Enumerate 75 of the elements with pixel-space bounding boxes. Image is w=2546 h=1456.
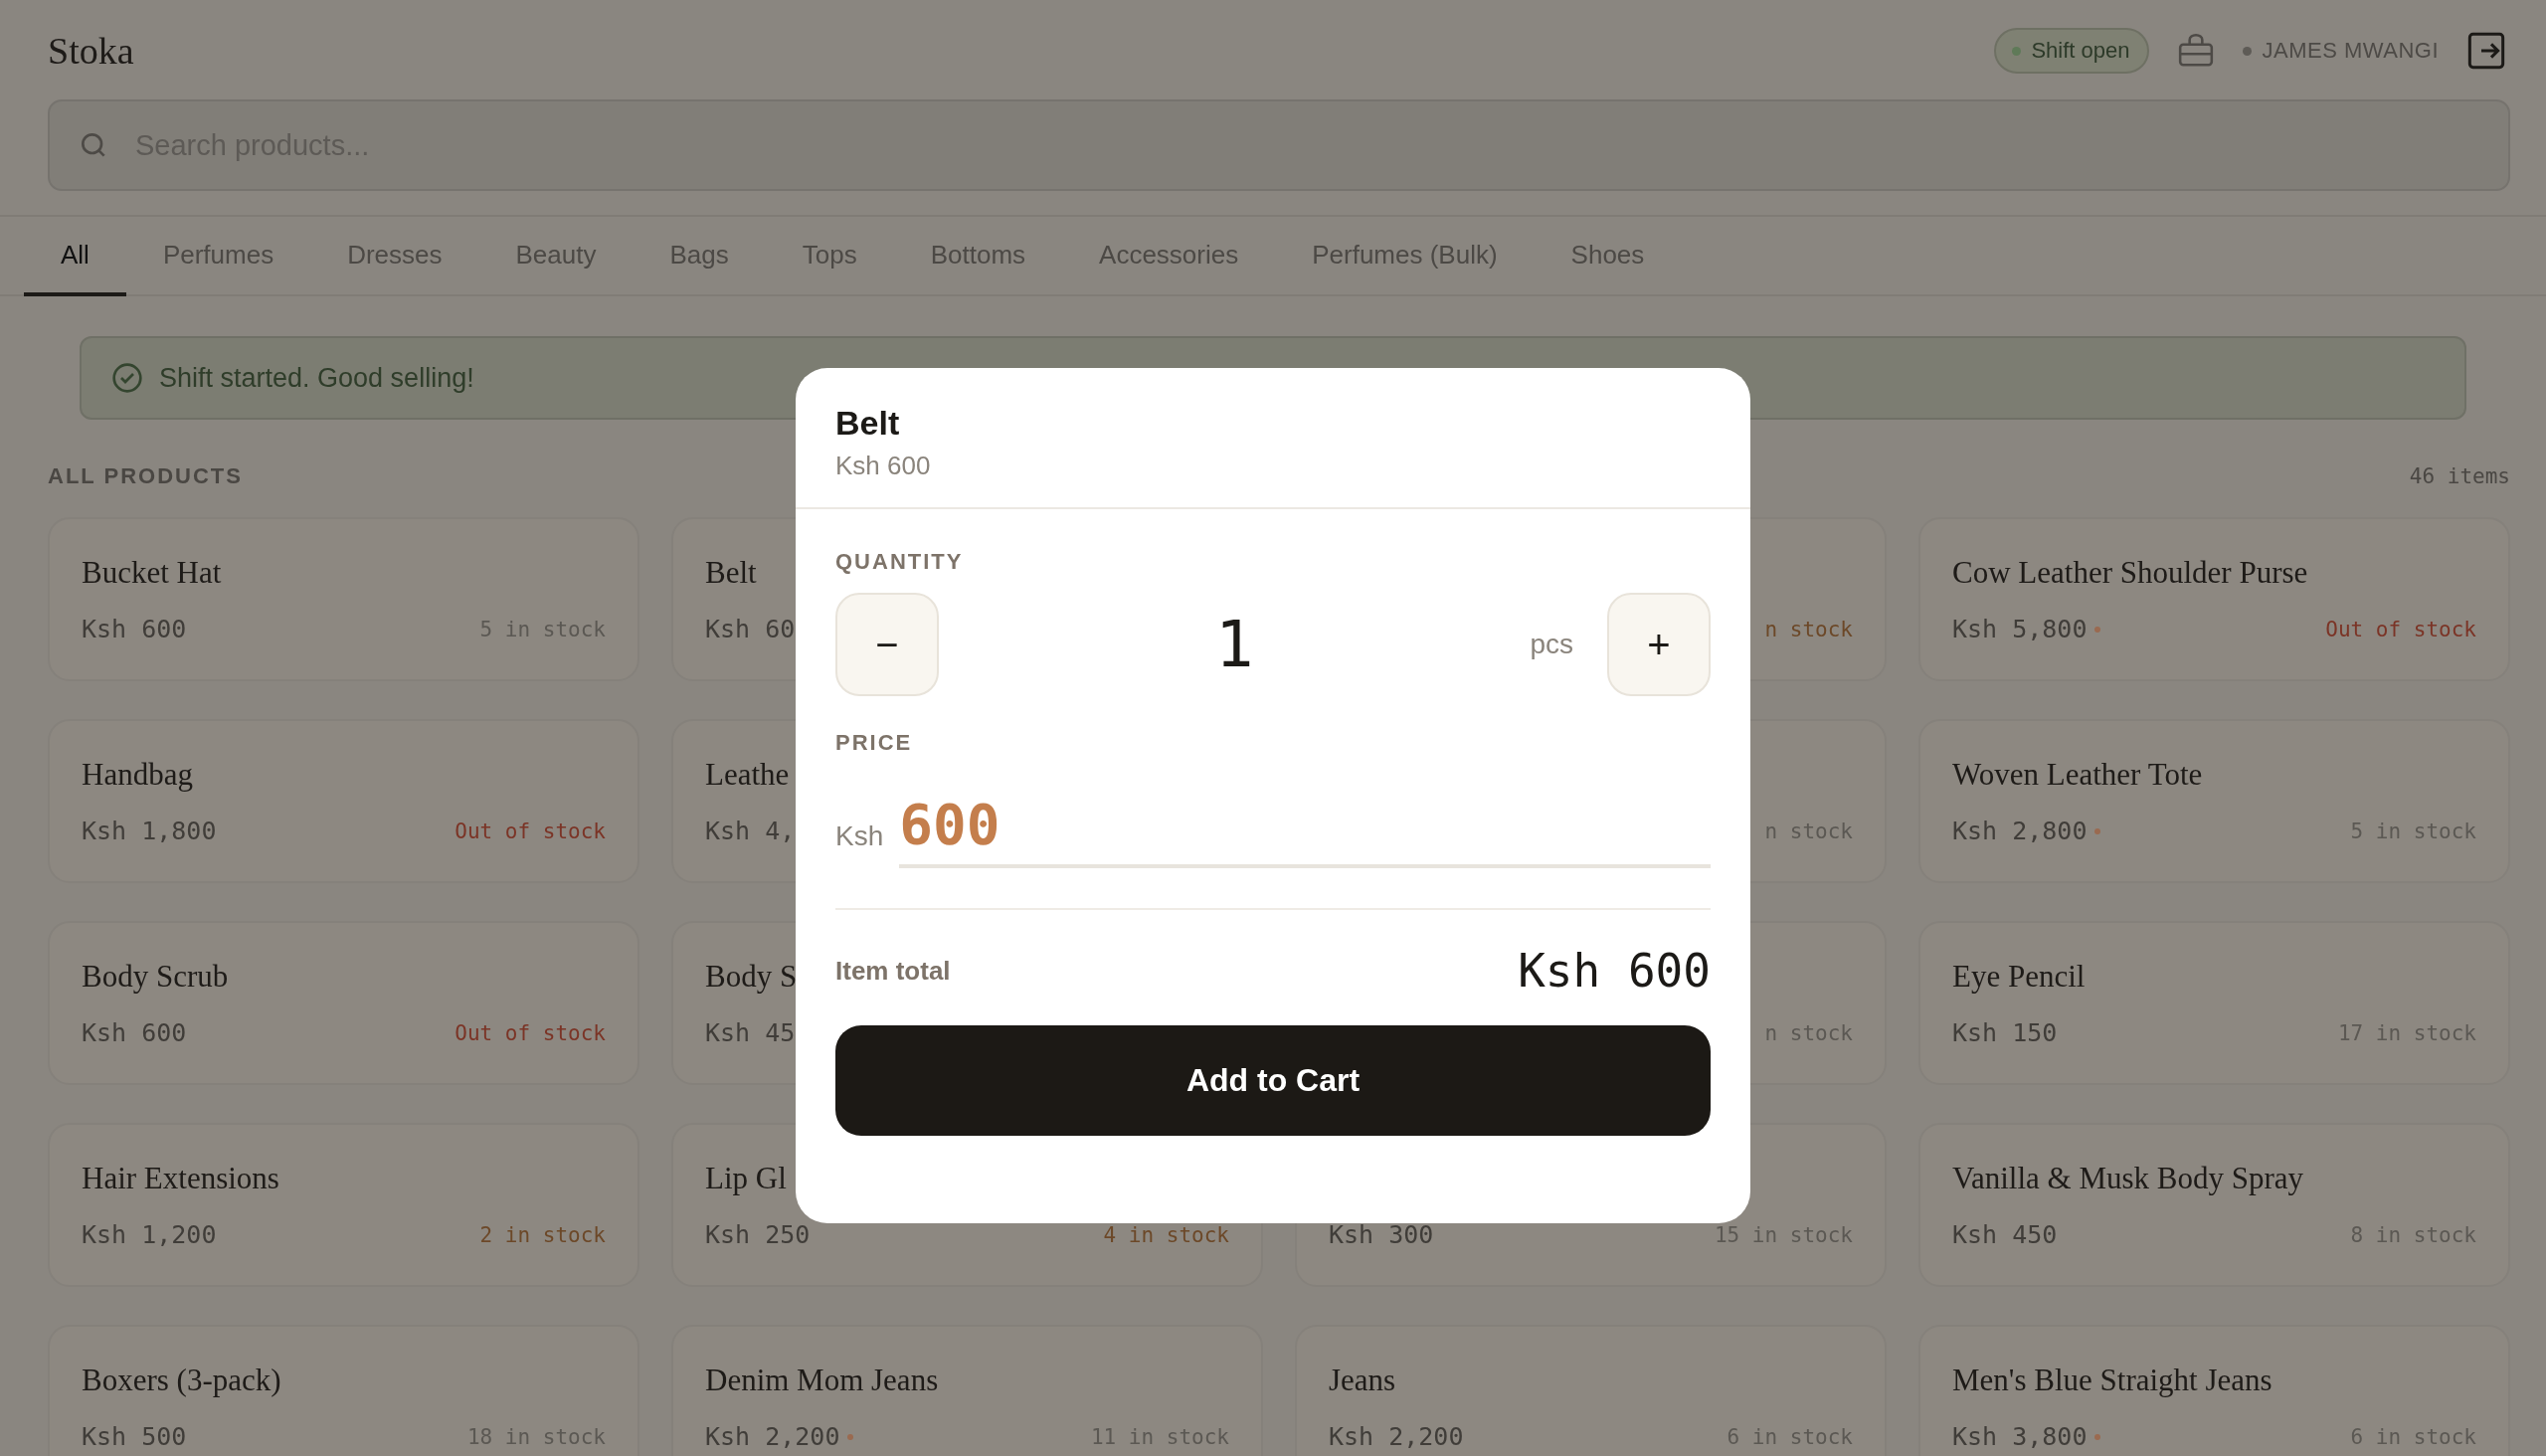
category-tab[interactable]: Accessories [1062,217,1276,296]
category-tab[interactable]: Bags [633,217,766,296]
product-name: Boxers (3-pack) [82,1362,281,1397]
price-input[interactable]: 600 [899,792,1711,868]
dialog-subtitle: Ksh 600 [835,451,932,481]
add-to-cart-button[interactable]: Add to Cart [835,1025,1711,1136]
section-title: ALL PRODUCTS [48,463,243,489]
product-price: Ksh 2,200 [1329,1422,1464,1451]
bag-icon[interactable] [2177,33,2216,69]
product-price: Ksh 45 [705,1018,796,1047]
product-price: Ksh 600 [82,615,187,643]
product-name: Bucket Hat [82,554,222,590]
banner-message: Shift started. Good selling! [159,362,474,394]
field-label: QUANTITY [835,549,965,575]
stock-status: Out of stock [455,819,606,843]
product-price: Ksh 1,200 [82,1220,217,1249]
product-price: Ksh 250 [705,1220,811,1249]
check-circle-icon [111,362,143,394]
product-price: Ksh 2,200 [705,1422,840,1451]
user-name: JAMES MWANGI [2262,38,2439,64]
stock-status: 4 in stock [1103,1222,1229,1247]
product-card[interactable]: Hair Extensions Ksh 1,200 2 in stock [48,1123,639,1287]
unit-label: pcs [1530,629,1573,660]
product-name: Belt [705,554,757,590]
category-tab[interactable]: Perfumes (Bulk) [1275,217,1535,296]
increase-button[interactable]: + [1607,593,1711,696]
product-name: Cow Leather Shoulder Purse [1952,554,2308,590]
product-name: Body S [705,958,798,994]
category-tab[interactable]: Perfumes [125,217,311,296]
stock-status: Out of stock [455,1020,606,1045]
decrease-button[interactable]: − [835,593,939,696]
item-count: 46 items [2409,464,2510,488]
currency-label: Ksh [835,820,884,853]
product-price: Ksh 500 [82,1422,187,1451]
product-card[interactable]: Body Scrub Ksh 600 Out of stock [48,921,639,1085]
logout-icon[interactable] [2466,31,2506,71]
product-price: Ksh 450 [1952,1220,2058,1249]
product-name: Eye Pencil [1952,958,2086,994]
product-price: Ksh 1,800 [82,817,217,845]
product-name: Leathe [705,756,790,792]
product-name: Jeans [1329,1362,1396,1397]
product-card[interactable]: Handbag Ksh 1,800 Out of stock [48,719,639,883]
dialog-title: Belt [835,404,901,443]
product-name: Vanilla & Musk Body Spray [1952,1160,2304,1195]
field-label: PRICE [835,730,914,756]
product-name: Hair Extensions [82,1160,279,1195]
quantity-value: 1 [1213,608,1255,681]
category-tab[interactable]: Beauty [478,217,634,296]
category-tab[interactable]: Tops [765,217,894,296]
product-price: Ksh 4, [705,817,796,845]
product-price: Ksh 3,800 [1952,1422,2088,1451]
product-price: Ksh 60 [705,615,796,643]
product-name: Body Scrub [82,958,229,994]
category-tab[interactable]: Dresses [310,217,479,296]
category-tab[interactable]: Bottoms [893,217,1063,296]
product-name: Denim Mom Jeans [705,1362,939,1397]
stock-status: Out of stock [2325,617,2476,641]
product-price: Ksh 150 [1952,1018,2058,1047]
stock-status: n stock [1764,617,1853,641]
product-price: Ksh 600 [82,1018,187,1047]
item-total: Ksh 600 [1518,944,1711,998]
product-name: Men's Blue Straight Jeans [1952,1362,2273,1397]
product-price: Ksh 2,800 [1952,817,2088,845]
category-tab[interactable]: Shoes [1534,217,1682,296]
product-price: Ksh 300 [1329,1220,1434,1249]
product-name: Handbag [82,756,193,792]
shift-status-badge: Shift open [1994,28,2150,74]
product-price: Ksh 5,800 [1952,615,2088,643]
category-tab[interactable]: All [24,217,126,296]
product-name: Woven Leather Tote [1952,756,2203,792]
app-logo: Stoka [48,29,134,73]
product-name: Lip Gl [705,1160,787,1195]
stock-status: 2 in stock [479,1222,606,1247]
product-card[interactable]: Cow Leather Shoulder Purse Ksh 5,800 Out of stock [1918,517,2510,681]
total-label: Item total [835,955,951,987]
